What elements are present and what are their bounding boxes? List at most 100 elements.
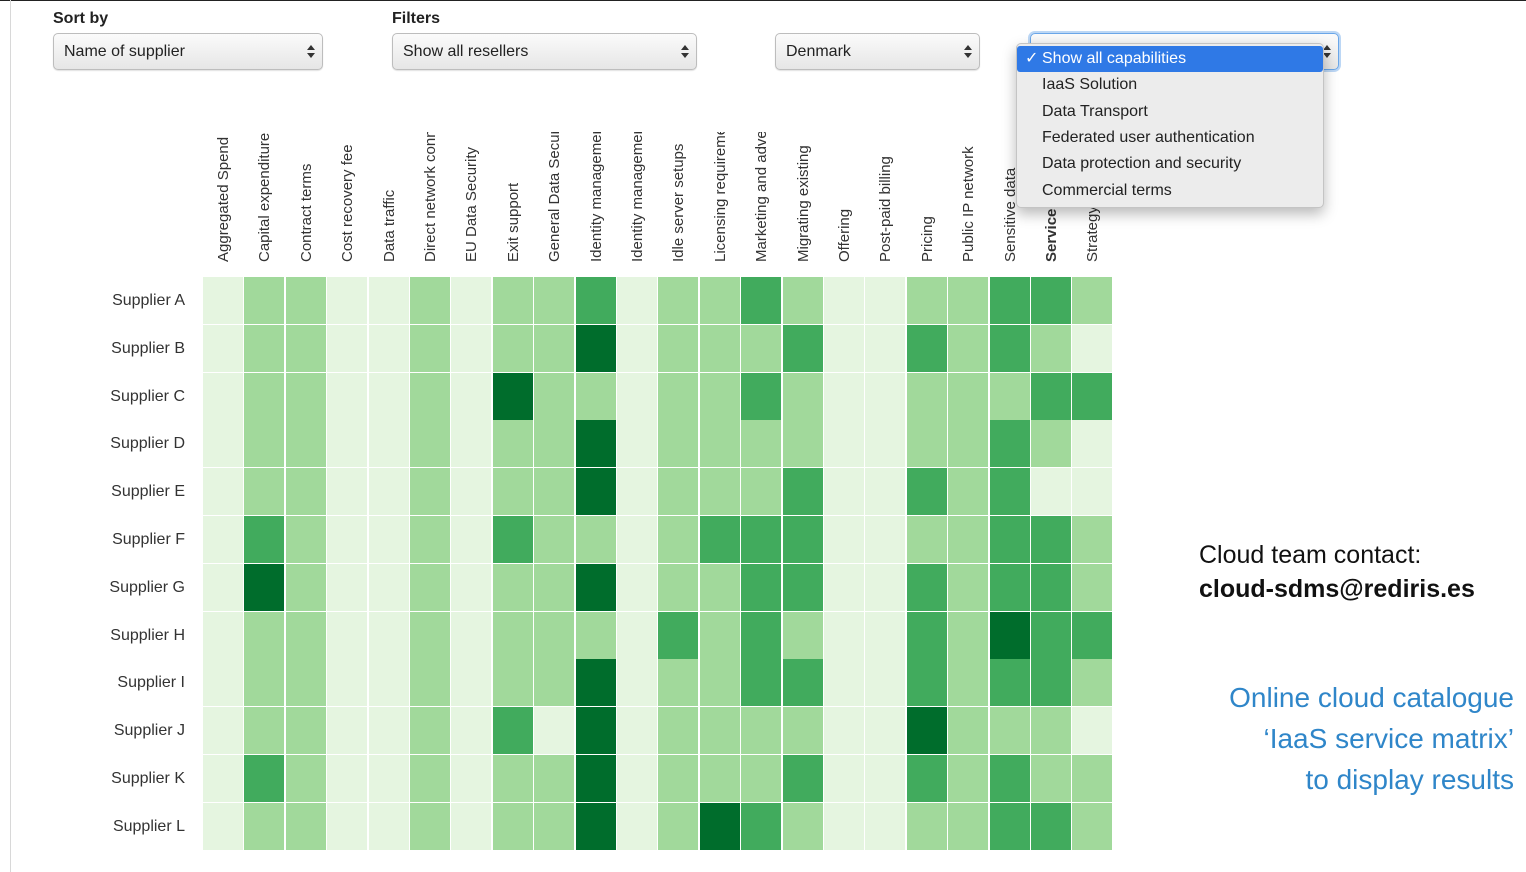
matrix-cell[interactable] (1072, 324, 1113, 372)
matrix-cell[interactable] (658, 563, 699, 611)
matrix-cell[interactable] (203, 755, 243, 802)
capability-option[interactable]: IaaS Solution (1017, 72, 1323, 98)
matrix-cell[interactable] (741, 468, 782, 516)
matrix-cell[interactable] (699, 563, 740, 611)
matrix-cell[interactable] (699, 659, 740, 707)
matrix-cell[interactable] (1072, 563, 1113, 611)
matrix-cell[interactable] (741, 611, 782, 659)
matrix-cell[interactable] (741, 372, 782, 420)
matrix-cell[interactable] (989, 420, 1030, 468)
matrix-cell[interactable] (1072, 277, 1113, 324)
matrix-cell[interactable] (865, 611, 906, 659)
matrix-cell[interactable] (492, 420, 533, 468)
matrix-cell[interactable] (699, 324, 740, 372)
matrix-cell[interactable] (410, 707, 450, 755)
matrix-cell[interactable] (948, 563, 989, 611)
matrix-cell[interactable] (1031, 707, 1071, 755)
matrix-cell[interactable] (203, 372, 243, 420)
matrix-cell[interactable] (575, 420, 616, 468)
matrix-cell[interactable] (368, 659, 409, 707)
matrix-cell[interactable] (244, 372, 285, 420)
matrix-cell[interactable] (410, 516, 450, 563)
matrix-cell[interactable] (451, 372, 492, 420)
matrix-cell[interactable] (327, 516, 368, 563)
matrix-cell[interactable] (1072, 707, 1113, 755)
matrix-cell[interactable] (782, 802, 823, 850)
matrix-cell[interactable] (534, 659, 575, 707)
column-header[interactable]: Identity management (617, 132, 658, 262)
matrix-cell[interactable] (741, 420, 782, 468)
matrix-cell[interactable] (658, 420, 699, 468)
matrix-cell[interactable] (617, 755, 657, 802)
matrix-cell[interactable] (451, 516, 492, 563)
matrix-cell[interactable] (575, 802, 616, 850)
matrix-cell[interactable] (865, 563, 906, 611)
matrix-cell[interactable] (1031, 563, 1071, 611)
matrix-cell[interactable] (368, 277, 409, 324)
matrix-cell[interactable] (368, 611, 409, 659)
matrix-cell[interactable] (989, 372, 1030, 420)
matrix-cell[interactable] (244, 755, 285, 802)
matrix-cell[interactable] (492, 707, 533, 755)
matrix-cell[interactable] (865, 659, 906, 707)
matrix-cell[interactable] (906, 420, 947, 468)
matrix-cell[interactable] (658, 372, 699, 420)
matrix-cell[interactable] (451, 755, 492, 802)
matrix-cell[interactable] (782, 563, 823, 611)
matrix-cell[interactable] (534, 372, 575, 420)
matrix-cell[interactable] (699, 372, 740, 420)
matrix-cell[interactable] (410, 324, 450, 372)
matrix-cell[interactable] (617, 563, 657, 611)
matrix-cell[interactable] (741, 802, 782, 850)
matrix-cell[interactable] (658, 468, 699, 516)
matrix-cell[interactable] (782, 611, 823, 659)
matrix-cell[interactable] (410, 755, 450, 802)
matrix-cell[interactable] (989, 324, 1030, 372)
matrix-cell[interactable] (658, 324, 699, 372)
matrix-cell[interactable] (534, 707, 575, 755)
matrix-cell[interactable] (244, 324, 285, 372)
matrix-cell[interactable] (327, 611, 368, 659)
matrix-cell[interactable] (1031, 277, 1071, 324)
matrix-cell[interactable] (948, 324, 989, 372)
matrix-cell[interactable] (285, 324, 326, 372)
matrix-cell[interactable] (410, 659, 450, 707)
matrix-cell[interactable] (368, 755, 409, 802)
matrix-cell[interactable] (948, 707, 989, 755)
matrix-cell[interactable] (824, 372, 864, 420)
matrix-cell[interactable] (575, 755, 616, 802)
matrix-cell[interactable] (741, 277, 782, 324)
matrix-cell[interactable] (824, 468, 864, 516)
matrix-cell[interactable] (327, 277, 368, 324)
matrix-cell[interactable] (203, 468, 243, 516)
matrix-cell[interactable] (285, 420, 326, 468)
matrix-cell[interactable] (575, 516, 616, 563)
matrix-cell[interactable] (327, 563, 368, 611)
column-header[interactable]: Aggregated Spend (203, 132, 244, 262)
matrix-cell[interactable] (948, 611, 989, 659)
matrix-cell[interactable] (203, 563, 243, 611)
matrix-cell[interactable] (824, 802, 864, 850)
matrix-cell[interactable] (451, 707, 492, 755)
matrix-cell[interactable] (741, 324, 782, 372)
matrix-cell[interactable] (658, 611, 699, 659)
matrix-cell[interactable] (575, 277, 616, 324)
reseller-select[interactable]: Show all resellers (392, 33, 697, 70)
matrix-cell[interactable] (865, 755, 906, 802)
matrix-cell[interactable] (451, 802, 492, 850)
matrix-cell[interactable] (285, 659, 326, 707)
matrix-cell[interactable] (368, 563, 409, 611)
matrix-cell[interactable] (824, 659, 864, 707)
matrix-cell[interactable] (1031, 802, 1071, 850)
matrix-cell[interactable] (492, 659, 533, 707)
matrix-cell[interactable] (658, 707, 699, 755)
matrix-cell[interactable] (327, 707, 368, 755)
matrix-cell[interactable] (368, 802, 409, 850)
matrix-cell[interactable] (327, 324, 368, 372)
matrix-cell[interactable] (1031, 611, 1071, 659)
matrix-cell[interactable] (575, 563, 616, 611)
matrix-cell[interactable] (244, 611, 285, 659)
matrix-cell[interactable] (368, 372, 409, 420)
matrix-cell[interactable] (534, 611, 575, 659)
matrix-cell[interactable] (1031, 372, 1071, 420)
